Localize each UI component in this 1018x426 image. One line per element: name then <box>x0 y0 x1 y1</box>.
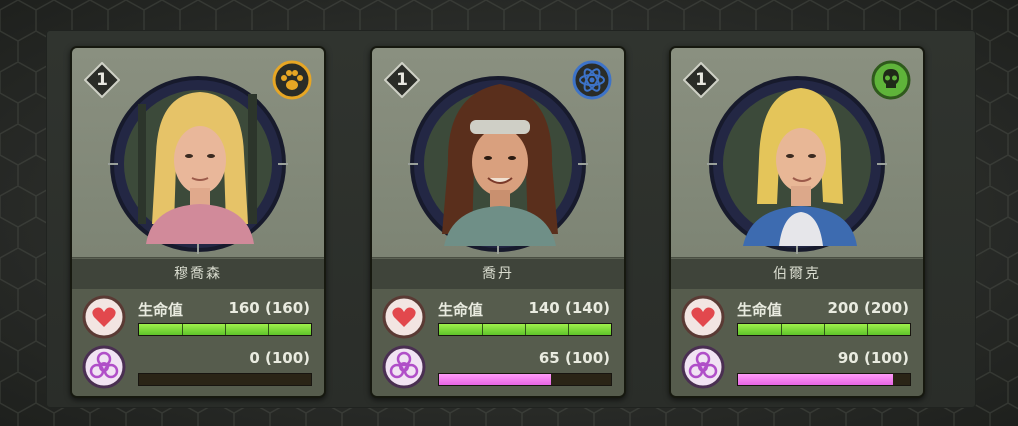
character-portrait <box>108 76 288 254</box>
character-panel: 1 穆喬森 生命值 160 (160) 0 (100) 1 喬丹 生命值 140… <box>46 30 976 408</box>
infection-bar <box>438 373 612 386</box>
biohazard-icon <box>681 345 725 389</box>
hp-value: 160 (160) <box>228 299 310 317</box>
hp-bar <box>138 323 312 336</box>
character-name: 喬丹 <box>372 258 624 289</box>
character-portrait <box>408 76 588 254</box>
hp-value: 200 (200) <box>827 299 909 317</box>
character-portrait <box>707 76 887 254</box>
atom-icon[interactable] <box>572 60 612 100</box>
hp-label: 生命值 <box>737 301 783 319</box>
level-number: 1 <box>96 70 108 90</box>
stats-area: 生命值 200 (200) 90 (100) <box>671 289 923 396</box>
character-card-1[interactable]: 1 穆喬森 生命值 160 (160) 0 (100) <box>70 46 326 398</box>
hp-value: 140 (140) <box>528 299 610 317</box>
infection-bar-fill <box>439 374 551 385</box>
stats-area: 生命值 140 (140) 65 (100) <box>372 289 624 396</box>
level-number: 1 <box>695 70 707 90</box>
infection-bar <box>737 373 911 386</box>
hp-label: 生命值 <box>138 301 184 319</box>
infection-value: 90 (100) <box>837 349 909 367</box>
heart-icon <box>82 295 126 339</box>
character-card-2[interactable]: 1 喬丹 生命值 140 (140) 65 (100) <box>370 46 626 398</box>
hp-bar <box>737 323 911 336</box>
heart-icon <box>382 295 426 339</box>
skull-icon[interactable] <box>871 60 911 100</box>
character-card-3[interactable]: 1 伯爾克 生命值 200 (200) 90 (100) <box>669 46 925 398</box>
level-badge: 1 <box>384 62 420 98</box>
character-name: 穆喬森 <box>72 258 324 289</box>
hp-bar <box>438 323 612 336</box>
biohazard-icon <box>382 345 426 389</box>
stats-area: 生命值 160 (160) 0 (100) <box>72 289 324 396</box>
hp-label: 生命值 <box>438 301 484 319</box>
level-badge: 1 <box>683 62 719 98</box>
character-name: 伯爾克 <box>671 258 923 289</box>
level-number: 1 <box>396 70 408 90</box>
paw-icon[interactable] <box>272 60 312 100</box>
infection-value: 0 (100) <box>249 349 310 367</box>
infection-bar-fill <box>738 374 893 385</box>
infection-value: 65 (100) <box>538 349 610 367</box>
biohazard-icon <box>82 345 126 389</box>
heart-icon <box>681 295 725 339</box>
level-badge: 1 <box>84 62 120 98</box>
infection-bar <box>138 373 312 386</box>
